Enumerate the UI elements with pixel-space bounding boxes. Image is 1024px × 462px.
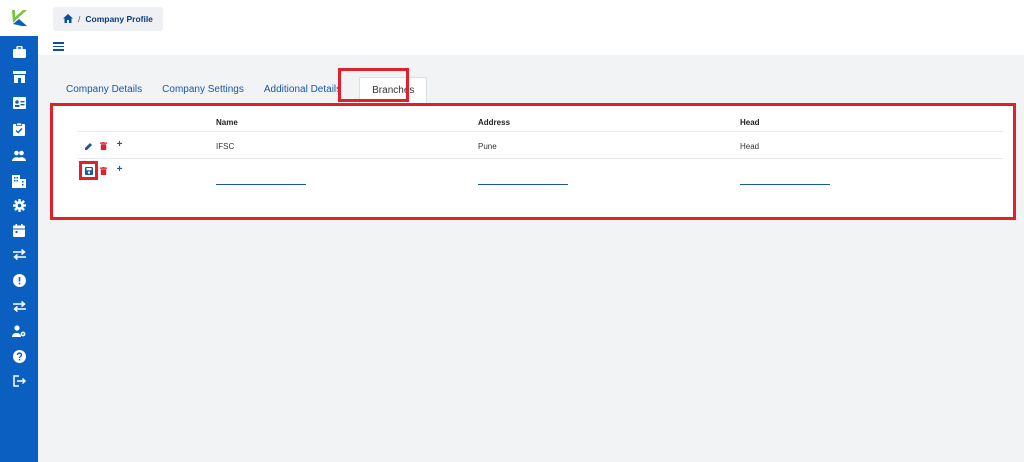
tab-company-details[interactable]: Company Details (56, 77, 152, 103)
sidebar (0, 0, 38, 462)
menu-toggle-icon[interactable] (53, 42, 64, 51)
add-row-icon[interactable]: + (115, 139, 124, 150)
tab-additional-details[interactable]: Additional Details (254, 77, 351, 103)
delete-icon[interactable] (99, 141, 108, 150)
new-row: + (78, 159, 1003, 199)
id-card-icon[interactable] (11, 95, 27, 111)
add-row-icon[interactable]: + (115, 164, 124, 175)
calendar-icon[interactable] (11, 222, 27, 238)
transfer-icon[interactable] (11, 246, 27, 262)
clipboard-check-icon[interactable] (11, 121, 27, 137)
cell-head: Head (740, 142, 760, 151)
logout-icon[interactable] (11, 373, 27, 389)
logo (0, 0, 38, 36)
branches-table: Name Address Head + IFSC Pune Head + (78, 112, 1003, 199)
breadcrumb-current: Company Profile (85, 14, 153, 24)
cell-address: Pune (478, 142, 497, 151)
building-icon[interactable] (11, 173, 27, 189)
transfer-icon[interactable] (11, 298, 27, 314)
cell-name: IFSC (216, 142, 235, 151)
column-header-head: Head (740, 118, 760, 127)
users-icon[interactable] (11, 147, 27, 163)
save-icon[interactable] (84, 166, 93, 175)
address-input[interactable] (478, 184, 568, 185)
tab-company-settings[interactable]: Company Settings (152, 77, 254, 103)
tab-highlight-box (338, 68, 409, 102)
home-icon[interactable] (63, 13, 73, 25)
help-icon[interactable] (11, 348, 27, 364)
delete-icon[interactable] (99, 166, 108, 175)
name-input[interactable] (216, 184, 306, 185)
edit-icon[interactable] (84, 141, 93, 150)
gear-icon[interactable] (11, 197, 27, 213)
logo-icon (12, 10, 27, 26)
store-icon[interactable] (11, 69, 27, 85)
head-input[interactable] (740, 184, 830, 185)
breadcrumb-separator: / (78, 14, 81, 24)
branches-panel: Name Address Head + IFSC Pune Head + (50, 103, 1016, 220)
alert-icon[interactable] (11, 272, 27, 288)
column-header-name: Name (216, 118, 238, 127)
top-bar: / Company Profile (38, 0, 1024, 55)
breadcrumb: / Company Profile (53, 7, 163, 31)
table-header: Name Address Head (78, 112, 1003, 132)
user-settings-icon[interactable] (11, 323, 27, 339)
column-header-address: Address (478, 118, 511, 127)
table-row: + IFSC Pune Head (78, 132, 1003, 159)
briefcase-icon[interactable] (11, 44, 27, 60)
